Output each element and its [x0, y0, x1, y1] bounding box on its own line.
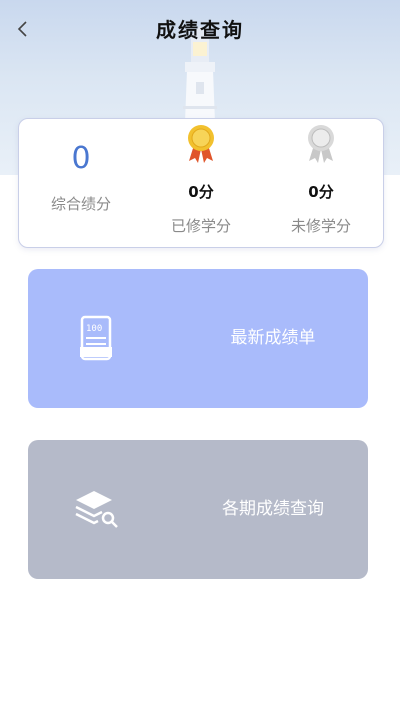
gold-medal-icon: [188, 125, 214, 163]
silver-medal-icon: [308, 125, 334, 163]
latest-report-card-button[interactable]: 100 最新成绩单: [28, 269, 368, 408]
term-history-label: 各期成绩查询: [222, 499, 324, 519]
earned-credit-label: 已修学分: [170, 217, 231, 235]
layers-search-icon: [75, 491, 118, 528]
total-credit-value: 0: [71, 141, 91, 176]
total-credit-label: 综合绩分: [50, 195, 111, 213]
total-credit-section: 0 综合绩分: [21, 119, 141, 247]
remaining-credit-section: 0分 未修学分: [261, 119, 381, 247]
earned-credit-value: 0分: [188, 183, 214, 201]
report-sheet-icon: 100: [80, 315, 112, 361]
term-history-card-button[interactable]: 各期成绩查询: [28, 440, 368, 579]
svg-text:100: 100: [86, 324, 102, 334]
page-title: 成绩查询: [156, 18, 244, 42]
remaining-credit-label: 未修学分: [290, 217, 351, 235]
earned-credit-section: 0分 已修学分: [141, 119, 261, 247]
latest-report-label: 最新成绩单: [230, 328, 316, 348]
credit-summary-card: 0 综合绩分 0分 已修学分 0分 未修学分: [18, 118, 384, 248]
remaining-credit-value: 0分: [308, 183, 334, 201]
